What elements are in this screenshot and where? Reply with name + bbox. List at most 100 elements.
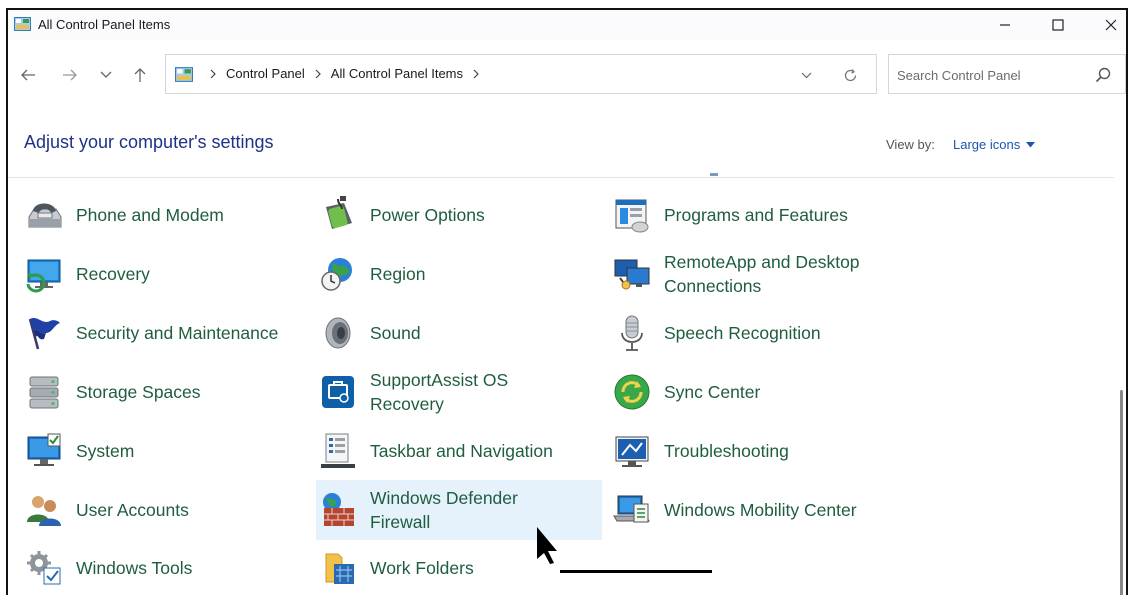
minimize-icon — [1000, 24, 1010, 26]
search-input[interactable] — [897, 64, 1087, 86]
item-label: SupportAssist OS Recovery — [370, 368, 508, 416]
work-folders-icon — [325, 553, 354, 584]
refresh-icon — [844, 68, 856, 81]
item-sync-center[interactable]: Sync Center — [610, 364, 900, 420]
item-label: Storage Spaces — [76, 382, 201, 402]
chevron-right-icon[interactable] — [311, 67, 325, 81]
item-work-folders[interactable]: Work Folders — [316, 540, 602, 595]
item-label: Work Folders — [370, 558, 474, 578]
power-options-icon — [326, 196, 352, 229]
chevron-right-icon[interactable] — [206, 67, 220, 81]
item-windows-tools[interactable]: Windows Tools — [22, 540, 302, 595]
remote-desktop-icon — [614, 259, 650, 290]
breadcrumb: Control Panel All Control Panel Items — [200, 66, 489, 81]
refresh-button[interactable] — [838, 64, 862, 86]
item-label: Taskbar and Navigation — [370, 441, 553, 461]
taskbar-icon — [321, 433, 355, 468]
breadcrumb-all-items[interactable]: All Control Panel Items — [331, 66, 463, 81]
item-windows-mobility-center[interactable]: Windows Mobility Center — [610, 482, 900, 538]
region-globe-clock-icon — [321, 258, 352, 291]
search-icon[interactable] — [1094, 66, 1112, 84]
up-button[interactable] — [128, 63, 152, 87]
recovery-icon — [26, 259, 61, 293]
item-label: System — [76, 441, 135, 461]
programs-features-icon — [615, 199, 649, 233]
scrolled-item-fragment — [710, 173, 718, 176]
item-label: Programs and Features — [664, 205, 848, 225]
item-recovery[interactable]: Recovery — [22, 246, 302, 302]
label-line-2: Connections — [664, 276, 762, 296]
security-flag-icon — [28, 318, 60, 350]
windows-tools-icon — [27, 551, 61, 585]
item-label: User Accounts — [76, 500, 189, 520]
item-troubleshooting[interactable]: Troubleshooting — [610, 423, 900, 479]
item-label: Windows Tools — [76, 558, 193, 578]
item-security-and-maintenance[interactable]: Security and Maintenance — [22, 305, 302, 361]
back-arrow-icon — [21, 69, 35, 81]
item-label: Windows Mobility Center — [664, 500, 857, 520]
label-line-2: Firewall — [370, 512, 431, 532]
item-label: Region — [370, 264, 426, 284]
control-panel-icon — [175, 67, 193, 82]
label-line-1: RemoteApp and Desktop — [664, 252, 860, 272]
caret-down-icon — [1026, 141, 1036, 147]
item-user-accounts[interactable]: User Accounts — [22, 482, 302, 538]
supportassist-icon — [322, 376, 354, 408]
forward-arrow-icon — [63, 69, 77, 81]
phone-modem-icon — [28, 203, 62, 228]
item-windows-defender-firewall[interactable]: Windows Defender Firewall — [316, 480, 602, 540]
up-arrow-icon — [134, 68, 146, 82]
view-by-value: Large icons — [953, 137, 1021, 152]
item-label: Power Options — [370, 205, 485, 225]
label-line-1: Windows Defender — [370, 488, 518, 508]
item-label: Sound — [370, 323, 421, 343]
item-storage-spaces[interactable]: Storage Spaces — [22, 364, 302, 420]
header-divider — [8, 177, 1114, 178]
maximize-icon — [1052, 19, 1064, 31]
back-button[interactable] — [16, 63, 40, 87]
item-label: Recovery — [76, 264, 150, 284]
label-line-1: SupportAssist OS — [370, 370, 509, 390]
close-icon — [1105, 19, 1117, 31]
address-history-button[interactable] — [794, 64, 818, 86]
item-supportassist-os-recovery[interactable]: SupportAssist OS Recovery — [316, 364, 602, 420]
firewall-icon — [323, 493, 354, 526]
chevron-down-icon — [100, 71, 112, 78]
page-title: Adjust your computer's settings — [24, 132, 274, 152]
control-panel-icon — [14, 17, 31, 31]
item-label: Windows Defender Firewall — [370, 486, 518, 534]
view-by-label: View by: — [886, 137, 935, 152]
window-title: All Control Panel Items — [38, 17, 171, 32]
troubleshooting-icon — [615, 436, 649, 467]
view-by-dropdown[interactable]: Large icons — [953, 137, 1036, 152]
sync-center-icon — [614, 374, 650, 410]
user-accounts-icon — [27, 496, 61, 526]
maximize-button[interactable] — [1035, 10, 1081, 40]
address-bar[interactable]: Control Panel All Control Panel Items — [165, 54, 877, 94]
item-power-options[interactable]: Power Options — [316, 187, 602, 243]
recent-locations-button[interactable] — [94, 63, 118, 87]
mobility-center-icon — [613, 495, 650, 523]
close-button[interactable] — [1088, 10, 1126, 40]
item-region[interactable]: Region — [316, 246, 602, 302]
forward-button[interactable] — [58, 63, 82, 87]
item-taskbar-and-navigation[interactable]: Taskbar and Navigation — [316, 423, 602, 479]
system-monitor-icon — [27, 433, 61, 466]
item-phone-and-modem[interactable]: Phone and Modem — [22, 187, 302, 243]
minimize-button[interactable] — [982, 10, 1028, 40]
title-bar[interactable]: All Control Panel Items — [8, 10, 1126, 40]
item-speech-recognition[interactable]: Speech Recognition — [610, 305, 900, 361]
item-programs-and-features[interactable]: Programs and Features — [610, 187, 900, 243]
scrollbar-thumb[interactable] — [1120, 390, 1123, 595]
mouse-pointer-icon — [537, 527, 557, 564]
label-line-2: Recovery — [370, 394, 444, 414]
navigation-bar: Control Panel All Control Panel Items — [8, 54, 1126, 96]
item-label: Sync Center — [664, 382, 761, 402]
item-system[interactable]: System — [22, 423, 302, 479]
item-label: RemoteApp and Desktop Connections — [664, 250, 860, 298]
breadcrumb-control-panel[interactable]: Control Panel — [226, 66, 305, 81]
search-box[interactable] — [888, 54, 1126, 94]
chevron-right-icon[interactable] — [469, 67, 483, 81]
item-sound[interactable]: Sound — [316, 305, 602, 361]
item-remoteapp-and-desktop-connections[interactable]: RemoteApp and Desktop Connections — [610, 246, 900, 302]
